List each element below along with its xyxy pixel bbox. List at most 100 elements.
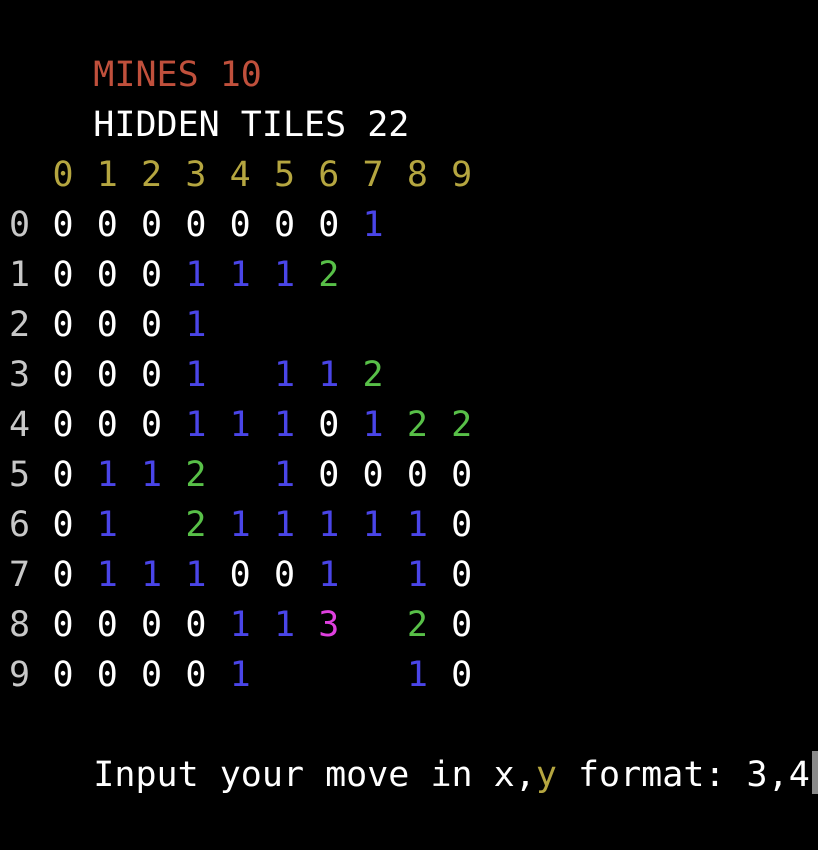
revealed-tile: 0 [141,605,163,645]
hidden-tile [440,200,484,250]
revealed-tile: 0 [451,505,473,545]
hidden-tile [263,300,307,350]
prompt-text-before: Input your move in x, [93,755,536,795]
hidden-tile [307,300,351,350]
revealed-tile: 0 [362,455,384,495]
revealed-tile: 1 [141,555,163,595]
column-label-8: 8 [406,155,428,195]
board-row-4: 40001110122 [9,400,809,450]
revealed-tile: 0 [52,255,74,295]
revealed-tile: 0 [451,555,473,595]
hidden-tile [218,300,262,350]
revealed-tile: 1 [362,405,384,445]
column-label-5: 5 [273,155,296,195]
revealed-tile: 1 [406,555,428,595]
row-label-2: 2 [9,305,31,345]
column-label-7: 7 [362,155,384,195]
revealed-tile: 0 [52,555,74,595]
revealed-tile: 1 [273,355,296,395]
revealed-tile: 0 [406,455,428,495]
revealed-tile: 2 [318,255,340,295]
revealed-tile: 1 [96,555,118,595]
revealed-tile: 1 [185,255,207,295]
column-label-9: 9 [451,155,473,195]
revealed-tile: 1 [273,605,296,645]
revealed-tile: 1 [362,205,384,245]
revealed-tile: 0 [141,655,163,695]
revealed-tile: 0 [141,255,163,295]
hidden-tiles-count: HIDDEN TILES 22 [9,50,409,145]
text-cursor [811,751,818,794]
revealed-tile: 0 [96,605,118,645]
revealed-tile: 0 [96,255,118,295]
board-row-5: 5011210000 [9,450,809,500]
board-row-9: 90000110 [9,650,809,700]
revealed-tile: 0 [185,205,207,245]
revealed-tile: 0 [52,455,74,495]
revealed-tile: 0 [451,655,473,695]
revealed-tile: 1 [229,505,251,545]
revealed-tile: 0 [96,405,118,445]
hidden-tile [351,650,395,700]
board-row-3: 30001112 [9,350,809,400]
revealed-tile: 0 [52,505,74,545]
revealed-tile: 0 [185,655,207,695]
revealed-tile: 1 [406,655,428,695]
revealed-tile: 0 [141,355,163,395]
revealed-tile: 1 [318,355,340,395]
revealed-tile: 0 [52,405,74,445]
revealed-tile: 1 [229,605,251,645]
hidden-tile [130,500,174,550]
revealed-tile: 2 [406,405,428,445]
revealed-tile: 1 [96,505,118,545]
move-prompt: Input your move in x,y format: 3,4 [9,700,818,795]
revealed-tile: 2 [406,605,428,645]
column-label-1: 1 [96,155,118,195]
revealed-tile: 2 [362,355,384,395]
revealed-tile: 0 [96,305,118,345]
move-input[interactable]: 3,4 [747,755,810,795]
revealed-tile: 0 [141,405,163,445]
revealed-tile: 0 [52,605,74,645]
hidden-tile [395,350,439,400]
revealed-tile: 1 [273,255,296,295]
row-label-6: 6 [9,505,31,545]
revealed-tile: 1 [318,555,340,595]
board-row-7: 7011100110 [9,550,809,600]
revealed-tile: 0 [318,455,340,495]
revealed-tile: 0 [451,605,473,645]
revealed-tile: 0 [229,205,251,245]
column-label-3: 3 [185,155,207,195]
revealed-tile: 1 [185,355,207,395]
revealed-tile: 0 [52,655,74,695]
column-label-4: 4 [229,155,251,195]
hidden-tile [218,450,262,500]
row-label-0: 0 [9,205,31,245]
revealed-tile: 1 [273,455,296,495]
prompt-text-y: y [535,755,557,795]
revealed-tile: 1 [141,455,163,495]
board-row-1: 10001112 [9,250,809,300]
revealed-tile: 0 [273,205,296,245]
revealed-tile: 1 [185,555,207,595]
row-label-4: 4 [9,405,31,445]
revealed-tile: 3 [318,605,340,645]
hidden-tile [440,300,484,350]
revealed-tile: 0 [185,605,207,645]
column-label-6: 6 [318,155,340,195]
hidden-tile [351,600,395,650]
row-label-3: 3 [9,355,31,395]
row-label-7: 7 [9,555,31,595]
hidden-tile [440,350,484,400]
revealed-tile: 0 [96,205,118,245]
revealed-tile: 2 [185,505,207,545]
revealed-tile: 0 [318,205,340,245]
revealed-tile: 1 [362,505,384,545]
revealed-tile: 0 [96,655,118,695]
revealed-tile: 1 [229,655,251,695]
row-label-9: 9 [9,655,31,695]
row-label-5: 5 [9,455,31,495]
hidden-tile [351,550,395,600]
prompt-text-after: format: [556,755,747,795]
revealed-tile: 0 [96,355,118,395]
